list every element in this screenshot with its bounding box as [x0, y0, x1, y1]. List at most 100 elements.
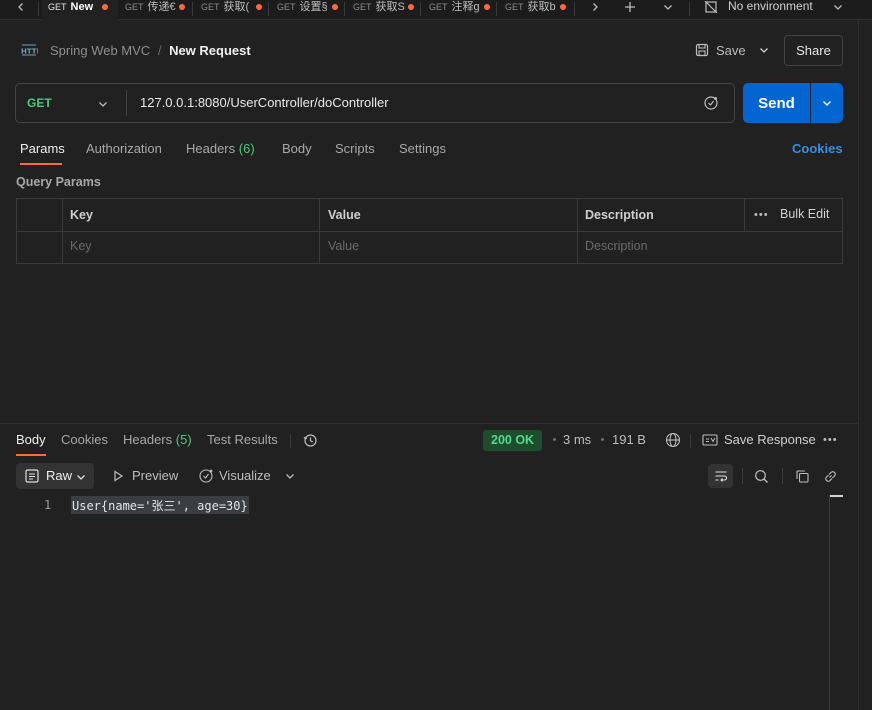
chevron-down-icon [822, 96, 832, 111]
response-tab-cookies[interactable]: Cookies [61, 432, 108, 447]
tab-headers[interactable]: Headers (6) [186, 141, 255, 156]
bulk-edit-button[interactable]: Bulk Edit [780, 207, 829, 221]
tab-label: New [70, 1, 94, 13]
raw-icon [25, 469, 39, 486]
chevron-down-icon[interactable] [830, 0, 846, 14]
method-label: GET [277, 2, 296, 12]
breadcrumb: Spring Web MVC / New Request [50, 43, 251, 58]
tab-scripts[interactable]: Scripts [335, 141, 375, 156]
send-button[interactable]: Send [743, 83, 810, 123]
chevron-right-icon[interactable] [586, 0, 604, 14]
vertical-scrollbar[interactable] [829, 495, 830, 710]
visualize-icon[interactable] [197, 467, 215, 485]
unsaved-dot-icon [332, 4, 338, 10]
request-tab[interactable]: GET 注释g [423, 0, 495, 20]
response-tab-test-results[interactable]: Test Results [207, 432, 278, 447]
request-tab[interactable]: GET 传递€ [119, 0, 191, 20]
tab-label: 获取S [375, 1, 405, 13]
response-divider [0, 423, 858, 424]
breadcrumb-collection[interactable]: Spring Web MVC [50, 43, 150, 58]
method-label: GET [27, 96, 52, 110]
request-title[interactable]: New Request [169, 43, 251, 58]
response-size[interactable]: 191 B [612, 432, 646, 447]
request-tab[interactable]: GET 获取b [499, 0, 571, 20]
request-tab[interactable]: GET 获取S [347, 0, 419, 20]
copy-icon[interactable] [793, 467, 811, 485]
tab-headers-label: Headers [186, 141, 236, 156]
tab-settings[interactable]: Settings [399, 141, 446, 156]
response-body-text[interactable]: User{name='张三', age=30} [71, 496, 249, 514]
status-badge[interactable]: 200 OK [483, 430, 543, 451]
share-button[interactable]: Share [784, 35, 843, 66]
chevron-down-icon [76, 470, 86, 485]
query-params-title: Query Params [16, 175, 101, 189]
request-tab[interactable]: GET 获取( [195, 0, 267, 20]
response-tab-body[interactable]: Body [16, 432, 46, 447]
tab-label: 注释g [451, 1, 480, 13]
unsaved-dot-icon [484, 4, 490, 10]
tab-authorization[interactable]: Authorization [86, 141, 162, 156]
param-key-input[interactable]: Key [70, 239, 92, 253]
preview-button[interactable]: Preview [132, 468, 178, 483]
tab-label: 获取b [527, 1, 556, 13]
http-icon-label: HTTP [21, 48, 38, 56]
visualize-button[interactable]: Visualize [219, 468, 271, 483]
more-options-icon[interactable]: ••• [754, 209, 769, 221]
share-button-label: Share [796, 43, 831, 58]
query-params-table: Key Value Description ••• Bulk Edit Key … [16, 198, 843, 264]
chevron-left-icon[interactable] [12, 0, 30, 14]
method-label: GET [48, 2, 67, 12]
tab-label: 获取( [223, 1, 250, 13]
save-response-icon[interactable] [701, 432, 719, 448]
no-environment-icon [703, 0, 719, 14]
method-label: GET [429, 2, 448, 12]
line-number: 1 [44, 498, 52, 512]
response-time[interactable]: 3 ms [563, 432, 591, 447]
send-options-button[interactable] [811, 83, 843, 123]
response-tab-headers-label: Headers [123, 432, 173, 447]
url-input[interactable]: 127.0.0.1:8080/UserController/doControll… [140, 95, 389, 110]
tab-label: 设置§ [299, 1, 328, 13]
tab-label: 传递€ [147, 1, 176, 13]
param-description-input[interactable]: Description [585, 239, 648, 253]
unsaved-dot-icon [256, 4, 262, 10]
method-label: GET [201, 2, 220, 12]
active-tab-indicator [16, 454, 46, 456]
http-icon: HTTP [20, 42, 42, 58]
request-tab[interactable]: GET New [42, 0, 118, 20]
method-label: GET [353, 2, 372, 12]
scrollbar-thumb[interactable] [830, 495, 843, 497]
param-value-input[interactable]: Value [328, 239, 359, 253]
save-icon[interactable] [694, 42, 710, 58]
raw-format-dropdown[interactable]: Raw [16, 463, 94, 489]
save-response-button[interactable]: Save Response [724, 432, 816, 447]
cookies-link[interactable]: Cookies [792, 141, 843, 156]
tab-params[interactable]: Params [20, 141, 65, 156]
column-header-description: Description [585, 208, 654, 222]
save-button[interactable]: Save [716, 43, 746, 58]
headers-count-badge: (6) [238, 141, 255, 156]
breadcrumb-separator: / [157, 43, 162, 58]
globe-icon[interactable] [664, 431, 682, 449]
environment-selector[interactable]: No environment [728, 0, 813, 13]
cookie-settings-icon[interactable] [702, 94, 720, 112]
more-options-icon[interactable]: ••• [823, 434, 838, 446]
chevron-down-icon [98, 97, 108, 112]
request-tab[interactable]: GET 设置§ [271, 0, 343, 20]
unsaved-dot-icon [179, 4, 185, 10]
tab-body[interactable]: Body [282, 141, 312, 156]
search-icon[interactable] [752, 467, 770, 485]
history-icon[interactable] [301, 432, 319, 448]
chevron-down-icon[interactable] [754, 42, 774, 58]
plus-icon[interactable] [620, 0, 640, 14]
method-selector[interactable]: GET [16, 84, 126, 122]
raw-label: Raw [46, 468, 73, 483]
send-button-label: Send [758, 94, 795, 112]
active-tab-indicator [20, 163, 62, 165]
chevron-down-icon[interactable] [658, 0, 678, 14]
preview-icon[interactable] [110, 468, 126, 484]
wrap-lines-icon[interactable] [708, 464, 733, 488]
link-icon[interactable] [821, 467, 839, 485]
response-tab-headers[interactable]: Headers (5) [123, 432, 192, 447]
chevron-down-icon[interactable] [283, 469, 297, 483]
